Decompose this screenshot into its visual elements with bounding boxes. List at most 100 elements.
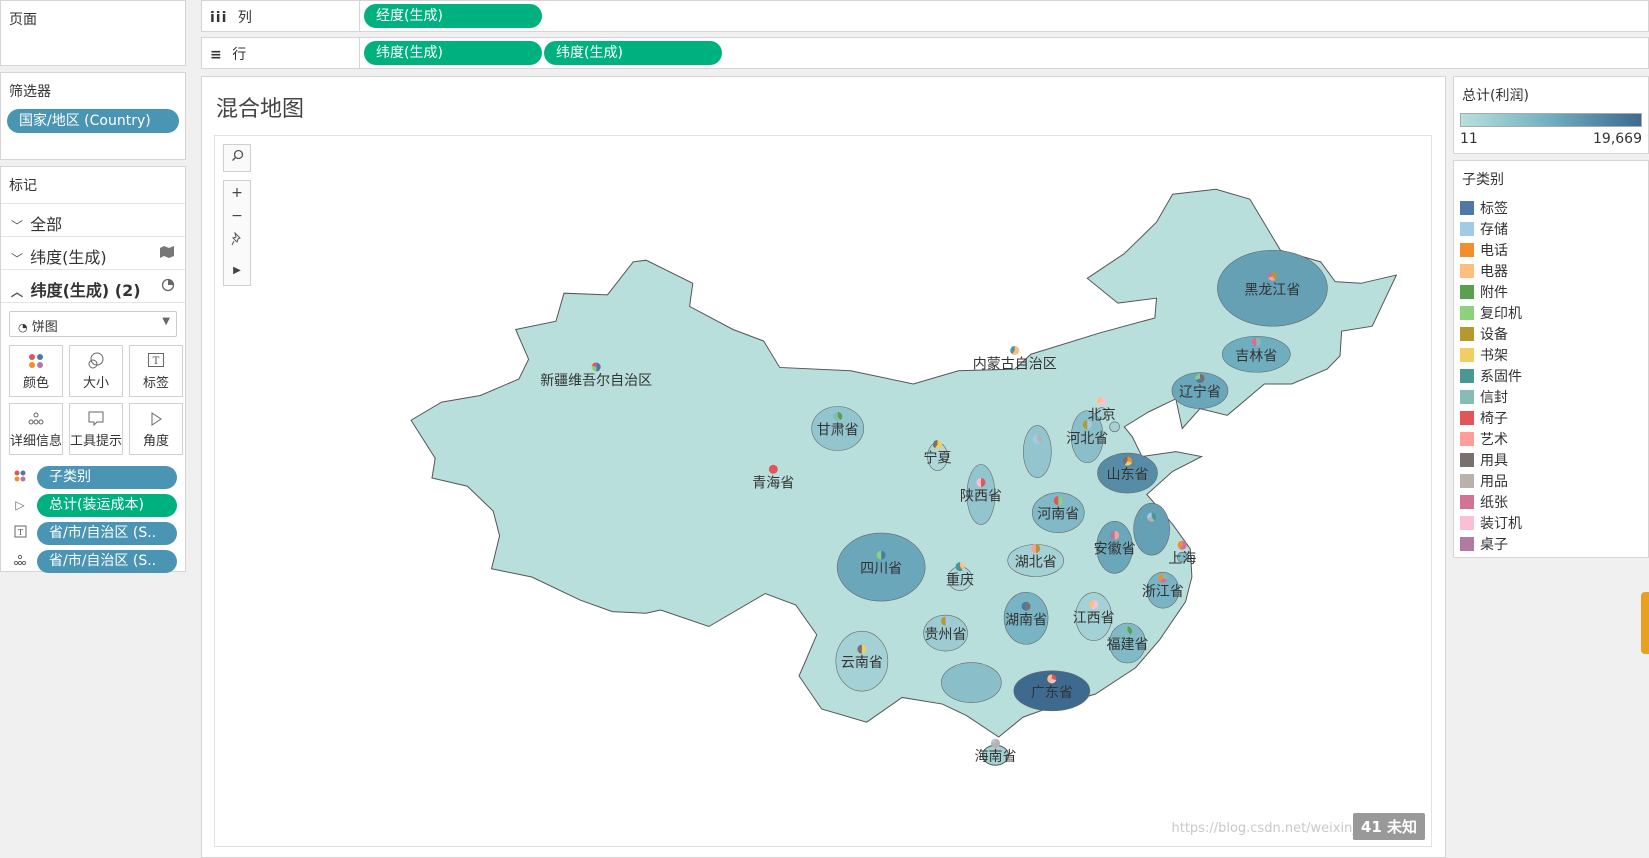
legend-item[interactable]: 用具: [1454, 449, 1648, 470]
null-values-badge[interactable]: 41 未知: [1352, 813, 1425, 840]
pie-mark[interactable]: [1021, 601, 1031, 611]
legend-swatch: [1460, 326, 1474, 341]
rows-shelf[interactable]: ≡ 行 纬度(生成) 纬度(生成): [201, 37, 1649, 69]
marks-card-latitude-2[interactable]: ︿ 纬度(生成) (2): [1, 270, 185, 303]
pie-mark[interactable]: [768, 464, 778, 474]
province-label: 安徽省: [1094, 541, 1136, 557]
color-button[interactable]: 颜色: [9, 345, 63, 397]
pie-mark[interactable]: [857, 644, 867, 654]
legend-item[interactable]: 信封: [1454, 386, 1648, 407]
province-label: 青海省: [752, 475, 794, 491]
pie-mark[interactable]: [1177, 540, 1187, 550]
province-label: 吉林省: [1235, 348, 1277, 364]
label-button[interactable]: T 标签: [129, 345, 183, 397]
pie-mark[interactable]: [1110, 530, 1120, 540]
legend-item[interactable]: 书架: [1454, 344, 1648, 365]
pie-mark[interactable]: [591, 362, 601, 372]
pie-mark[interactable]: [1053, 496, 1063, 506]
pie-mark[interactable]: [1089, 600, 1099, 610]
pie-mark[interactable]: [1032, 435, 1042, 445]
pie-mark[interactable]: [941, 616, 951, 626]
marks-title: 标记: [1, 167, 185, 204]
detail-button-label: 详细信息: [10, 434, 63, 449]
legend-item[interactable]: 设备: [1454, 323, 1648, 344]
legend-item[interactable]: 桌子: [1454, 533, 1648, 554]
legend-label: 桌子: [1480, 536, 1508, 553]
field-pill[interactable]: 省/市/自治区 (S..: [37, 521, 177, 545]
filter-pill-country[interactable]: 国家/地区 (Country): [7, 109, 179, 133]
pages-title: 页面: [9, 12, 37, 28]
pie-mark[interactable]: [1047, 674, 1057, 684]
legend-item[interactable]: 标签: [1454, 197, 1648, 218]
province-region[interactable]: [1023, 425, 1052, 478]
detail-button[interactable]: 详细信息: [9, 403, 63, 455]
mark-field-province-label[interactable]: T 省/市/自治区 (S..: [9, 521, 177, 545]
viz-title: 混合地图: [216, 97, 305, 122]
color-icon: [9, 469, 31, 486]
pie-mark[interactable]: [1010, 346, 1020, 355]
rows-shelf-label: ≡ 行: [202, 38, 360, 68]
province-label: 重庆: [946, 573, 974, 589]
province-label: 陕西省: [960, 489, 1002, 505]
legend-item[interactable]: 系固件: [1454, 365, 1648, 386]
pie-mark[interactable]: [876, 550, 886, 560]
mark-field-shipping-cost[interactable]: ▷ 总计(装运成本): [9, 493, 177, 517]
filters-title: 筛选器: [9, 84, 51, 100]
pie-mark[interactable]: [1097, 397, 1107, 407]
legend-item[interactable]: 装订机: [1454, 512, 1648, 533]
size-button[interactable]: 大小: [69, 345, 123, 397]
marks-card-latitude-1[interactable]: ﹀ 纬度(生成): [1, 237, 185, 270]
legend-item[interactable]: 复印机: [1454, 302, 1648, 323]
legend-item[interactable]: 附件: [1454, 281, 1648, 302]
detail-icon: [10, 410, 62, 430]
pie-mark[interactable]: [1123, 626, 1132, 636]
row-pill-latitude-1[interactable]: 纬度(生成): [364, 41, 542, 65]
chevron-down-icon: ﹀: [11, 252, 24, 266]
pie-mark[interactable]: [1031, 544, 1041, 553]
pie-mark[interactable]: [976, 478, 986, 487]
pie-mark[interactable]: [1147, 512, 1157, 522]
legend-item[interactable]: 电话: [1454, 239, 1648, 260]
mark-field-subcategory[interactable]: 子类别: [9, 465, 177, 489]
pie-mark[interactable]: [1158, 573, 1168, 583]
province-label: 海南省: [974, 749, 1016, 765]
field-pill[interactable]: 省/市/自治区 (S..: [37, 549, 177, 573]
field-pill[interactable]: 总计(装运成本): [37, 493, 177, 517]
row-pill-latitude-2[interactable]: 纬度(生成): [544, 41, 722, 65]
pie-mark[interactable]: [1251, 337, 1261, 347]
legend-item[interactable]: 用品: [1454, 470, 1648, 491]
pie-mark[interactable]: [955, 562, 965, 572]
legend-swatch: [1460, 389, 1474, 404]
mark-type-select[interactable]: ◔ 饼图 ▼: [9, 311, 177, 337]
marks-card-all[interactable]: ﹀ 全部: [1, 204, 185, 237]
legend-label: 信封: [1480, 389, 1508, 406]
field-pill[interactable]: 子类别: [37, 465, 177, 489]
columns-shelf[interactable]: iii 列 经度(生成): [201, 0, 1649, 32]
province-label: 江西省: [1073, 611, 1115, 627]
province-label: 福建省: [1107, 637, 1149, 653]
pie-mark[interactable]: [1267, 271, 1277, 281]
side-scroll-handle[interactable]: [1641, 592, 1649, 654]
province-region[interactable]: [941, 662, 1002, 703]
province-region[interactable]: [1133, 502, 1170, 556]
pie-mark[interactable]: [1123, 456, 1132, 466]
pie-mark[interactable]: [933, 440, 943, 450]
legend-label: 存储: [1480, 221, 1508, 238]
legend-item[interactable]: 存储: [1454, 218, 1648, 239]
map-view[interactable]: + − ▶ 新疆维吾尔自治区 内蒙古自治区 黑龙江省 吉林省 辽宁省 北京 河北省 甘肃省 宁夏…: [214, 135, 1432, 847]
legend-item[interactable]: 椅子: [1454, 407, 1648, 428]
legend-item[interactable]: 艺术: [1454, 428, 1648, 449]
angle-button[interactable]: 角度: [129, 403, 183, 455]
legend-swatch: [1460, 284, 1474, 299]
column-pill-longitude[interactable]: 经度(生成): [364, 4, 542, 28]
chevron-up-icon: ︿: [11, 285, 24, 299]
mark-field-province-detail[interactable]: 省/市/自治区 (S..: [9, 549, 177, 573]
pie-mark[interactable]: [990, 738, 1000, 748]
svg-text:T: T: [17, 528, 23, 537]
tooltip-button[interactable]: 工具提示: [69, 403, 123, 455]
legend-swatch: [1460, 431, 1474, 446]
legend-item[interactable]: 纸张: [1454, 491, 1648, 512]
pie-mark[interactable]: [1195, 374, 1205, 384]
pie-mark[interactable]: [833, 412, 843, 421]
legend-item[interactable]: 电器: [1454, 260, 1648, 281]
